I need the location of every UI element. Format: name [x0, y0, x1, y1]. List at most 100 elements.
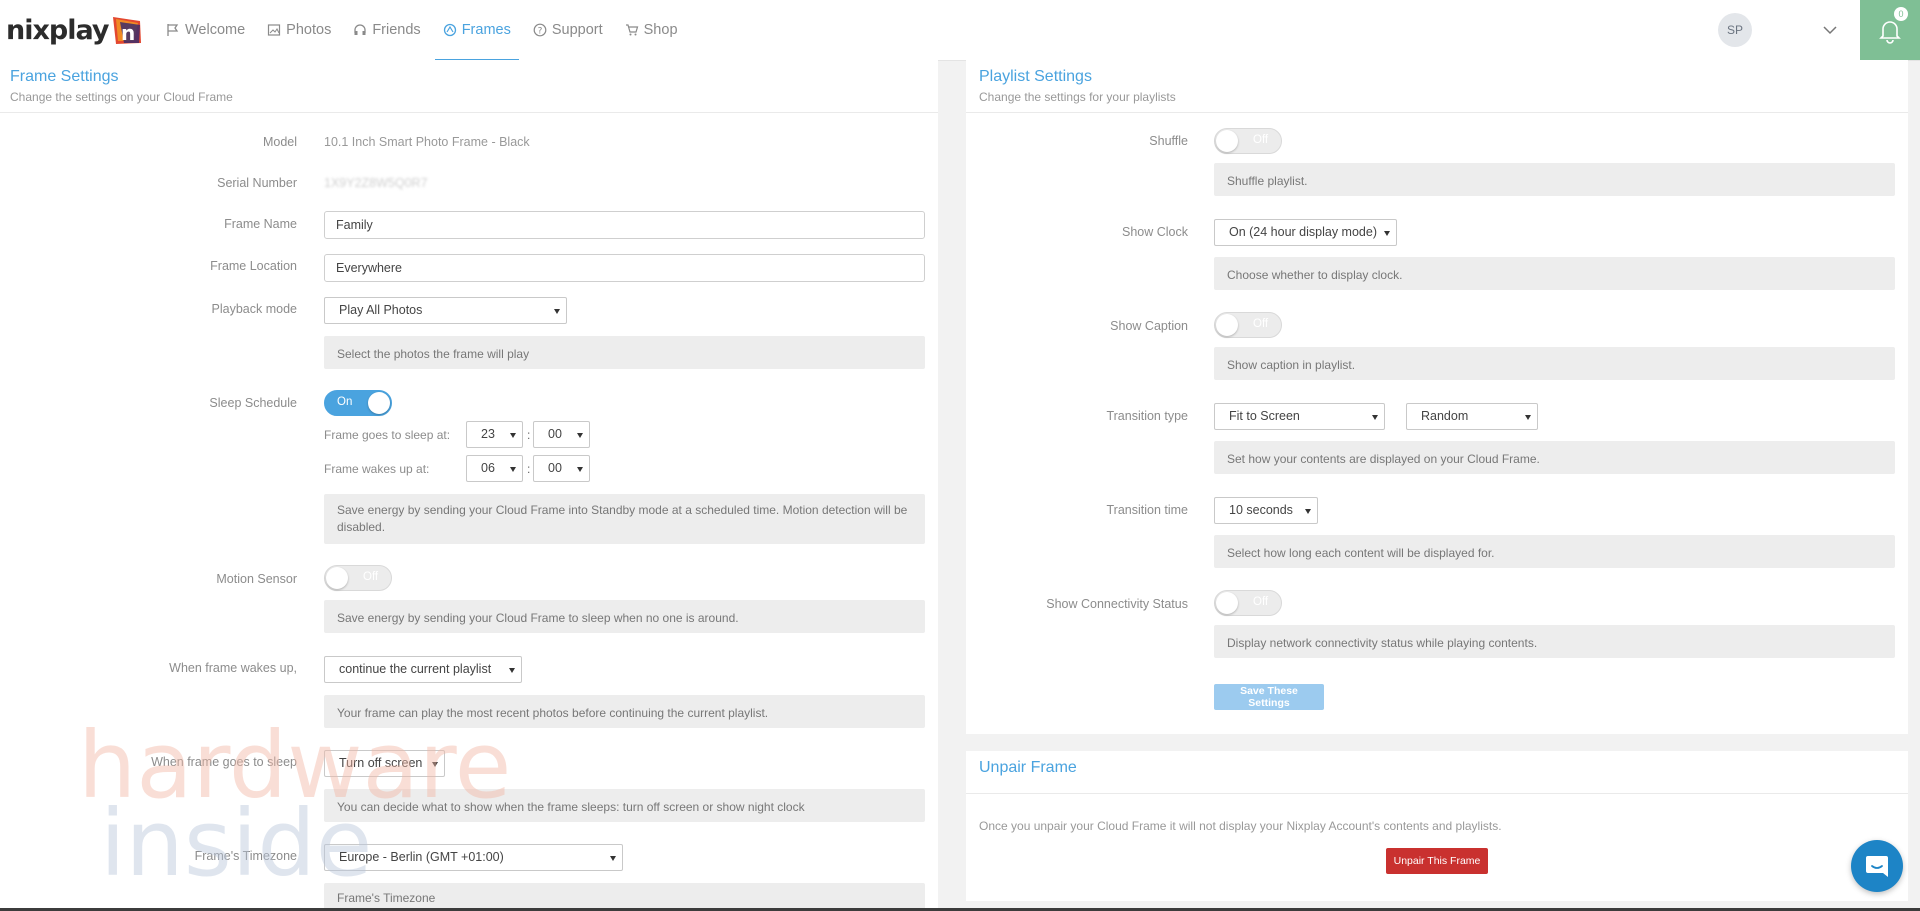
transition-effect-select[interactable]: Random: [1406, 403, 1538, 430]
unpair-frame-button[interactable]: Unpair This Frame: [1386, 848, 1488, 874]
wakes-up-help: Your frame can play the most recent phot…: [324, 695, 925, 728]
motion-sensor-help: Save energy by sending your Cloud Frame …: [324, 600, 925, 633]
toggle-state: Off: [1253, 318, 1269, 330]
toggle-state: Off: [363, 571, 379, 583]
svg-text:?: ?: [537, 27, 542, 37]
headphones-icon: [354, 24, 366, 35]
wakes-up-label: When frame wakes up,: [169, 661, 297, 675]
serial-number-label: Serial Number: [217, 176, 297, 190]
motion-sensor-label: Motion Sensor: [216, 572, 297, 586]
nav-photos[interactable]: Photos: [259, 0, 339, 60]
toggle-state: On: [337, 396, 353, 408]
show-caption-label: Show Caption: [1110, 319, 1188, 333]
nixplay-logo[interactable]: nixplay n: [6, 12, 144, 48]
shuffle-help: Shuffle playlist.: [1214, 163, 1895, 196]
connectivity-toggle[interactable]: Off: [1214, 590, 1282, 616]
goes-to-sleep-label: When frame goes to sleep: [151, 755, 297, 769]
model-value: 10.1 Inch Smart Photo Frame - Black: [324, 135, 530, 149]
chat-button[interactable]: [1851, 840, 1903, 892]
connectivity-help: Display network connectivity status whil…: [1214, 625, 1895, 658]
show-caption-help: Show caption in playlist.: [1214, 347, 1895, 380]
goes-to-sleep-select[interactable]: Turn off screen: [324, 750, 445, 777]
playlist-settings-header: Playlist Settings Change the settings fo…: [966, 60, 1908, 113]
nav-label: Frames: [461, 22, 511, 38]
notification-count-badge: 0: [1894, 7, 1908, 21]
chat-icon: [1866, 856, 1888, 877]
time-colon: :: [527, 428, 531, 442]
show-caption-toggle[interactable]: Off: [1214, 312, 1282, 338]
timezone-help: Frame's Timezone: [324, 883, 925, 911]
sleep-hour-select[interactable]: 23: [466, 421, 523, 448]
transition-type-select[interactable]: Fit to Screen: [1214, 403, 1385, 430]
chevron-down-icon[interactable]: [1822, 22, 1838, 38]
toggle-knob: [1216, 592, 1238, 614]
wake-minute-select[interactable]: 00: [533, 455, 590, 482]
frame-name-label: Frame Name: [224, 217, 297, 231]
frame-icon: [443, 23, 456, 37]
nav-support[interactable]: ? Support: [525, 0, 611, 60]
playback-mode-help: Select the photos the frame will play: [324, 336, 925, 369]
top-navbar: nixplay n Welcome Photos Friends Frames …: [0, 0, 1920, 61]
wake-hour-select[interactable]: 06: [466, 455, 523, 482]
frame-location-input[interactable]: [324, 254, 925, 282]
sleep-schedule-toggle[interactable]: On: [324, 390, 392, 416]
nav-label: Support: [551, 22, 603, 38]
timezone-label: Frame's Timezone: [194, 849, 297, 863]
unpair-frame-panel: Unpair Frame Once you unpair your Cloud …: [966, 751, 1908, 901]
nav-label: Photos: [286, 22, 332, 38]
nav-label: Welcome: [185, 22, 246, 38]
notifications-button[interactable]: 0: [1860, 0, 1920, 60]
photo-icon: [268, 24, 281, 36]
toggle-knob: [326, 567, 348, 589]
wake-at-label: Frame wakes up at:: [324, 462, 430, 476]
toggle-state: Off: [1253, 134, 1269, 146]
playback-mode-label: Playback mode: [211, 302, 297, 316]
serial-number-value: 1X9Y2Z8W5Q0R7: [324, 176, 428, 190]
transition-time-select[interactable]: 10 seconds: [1214, 497, 1318, 524]
wakes-up-select[interactable]: continue the current playlist: [324, 656, 522, 683]
frame-settings-title: Frame Settings: [10, 68, 119, 85]
shuffle-label: Shuffle: [1149, 134, 1188, 148]
nav-label: Friends: [372, 22, 421, 38]
user-avatar[interactable]: SP: [1718, 13, 1752, 47]
show-clock-help: Choose whether to display clock.: [1214, 257, 1895, 290]
nav-welcome[interactable]: Welcome: [158, 0, 253, 60]
nav-label: Shop: [643, 22, 678, 38]
sleep-minute-select[interactable]: 00: [533, 421, 590, 448]
save-settings-button[interactable]: Save These Settings: [1214, 684, 1324, 710]
flag-icon: [167, 24, 179, 36]
svg-text:n: n: [121, 21, 135, 45]
frame-name-input[interactable]: [324, 211, 925, 239]
sleep-schedule-help: Save energy by sending your Cloud Frame …: [324, 494, 925, 544]
transition-type-help: Set how your contents are displayed on y…: [1214, 441, 1895, 474]
motion-sensor-toggle[interactable]: Off: [324, 565, 392, 591]
toggle-state: Off: [1253, 596, 1269, 608]
nav-frames[interactable]: Frames: [434, 0, 520, 61]
frame-settings-subtitle: Change the settings on your Cloud Frame: [10, 90, 233, 104]
unpair-frame-header: Unpair Frame: [966, 751, 1908, 794]
playlist-settings-subtitle: Change the settings for your playlists: [979, 90, 1176, 104]
transition-time-help: Select how long each content will be dis…: [1214, 535, 1895, 568]
playlist-settings-panel: Playlist Settings Change the settings fo…: [966, 60, 1908, 734]
cart-icon: [625, 24, 638, 36]
playlist-settings-title: Playlist Settings: [979, 68, 1092, 85]
show-clock-label: Show Clock: [1122, 225, 1188, 239]
transition-time-label: Transition time: [1106, 503, 1188, 517]
toggle-knob: [1216, 314, 1238, 336]
nav-friends[interactable]: Friends: [345, 0, 428, 60]
brand-name: nixplay: [6, 14, 109, 46]
unpair-frame-text: Once you unpair your Cloud Frame it will…: [979, 819, 1502, 833]
sleep-schedule-label: Sleep Schedule: [209, 396, 297, 410]
nav-shop[interactable]: Shop: [617, 0, 686, 60]
frame-location-label: Frame Location: [210, 259, 297, 273]
sleep-at-label: Frame goes to sleep at:: [324, 428, 451, 442]
playback-mode-select[interactable]: Play All Photos: [324, 297, 567, 324]
toggle-knob: [1216, 130, 1238, 152]
show-clock-select[interactable]: On (24 hour display mode): [1214, 219, 1397, 246]
shuffle-toggle[interactable]: Off: [1214, 128, 1282, 154]
transition-type-label: Transition type: [1106, 409, 1188, 423]
main-nav: Welcome Photos Friends Frames ? Support …: [158, 0, 692, 61]
timezone-select[interactable]: Europe - Berlin (GMT +01:00): [324, 844, 623, 871]
frame-settings-header: Frame Settings Change the settings on yo…: [0, 60, 938, 113]
question-icon: ?: [533, 23, 547, 37]
